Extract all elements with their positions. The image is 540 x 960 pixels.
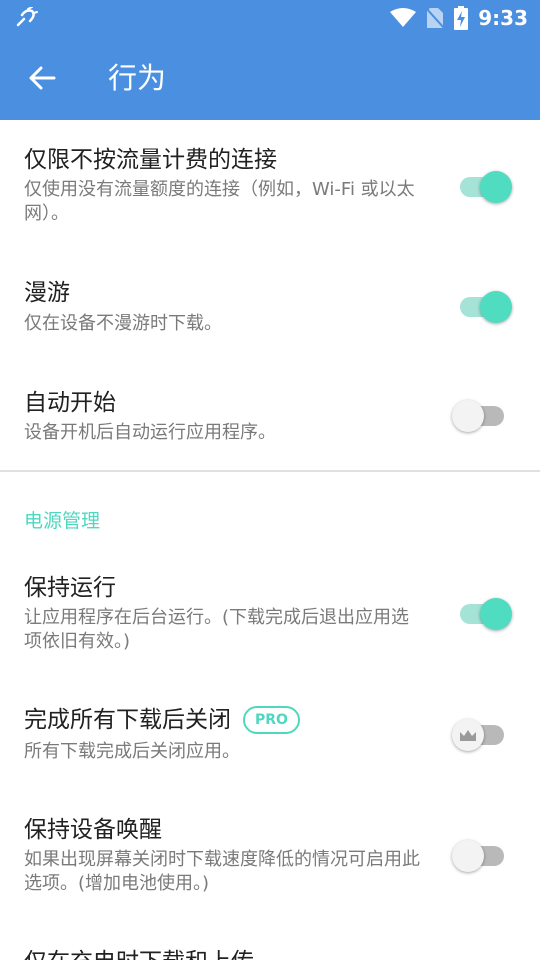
status-time: 9:33 xyxy=(478,6,528,30)
setting-title: 漫游 xyxy=(24,280,70,306)
wifi-icon xyxy=(390,8,417,27)
roaming-switch[interactable] xyxy=(452,287,514,327)
setting-unmetered-only[interactable]: 仅限不按流量计费的连接 仅使用没有流量额度的连接（例如，Wi-Fi 或以太网）。 xyxy=(0,120,540,245)
setting-charging-only[interactable]: 仅在充电时下载和上传 xyxy=(0,930,540,960)
setting-roaming[interactable]: 漫游 仅在设备不漫游时下载。 xyxy=(0,245,540,355)
setting-title: 自动开始 xyxy=(24,390,116,416)
unmetered-only-switch[interactable] xyxy=(452,167,514,207)
setting-title: 保持运行 xyxy=(24,575,116,601)
setting-title: 保持设备唤醒 xyxy=(24,817,162,843)
status-bar: 9:33 xyxy=(0,0,540,36)
setting-summary: 仅在设备不漫游时下载。 xyxy=(24,313,222,334)
arrow-back-icon[interactable] xyxy=(26,62,58,94)
settings-list[interactable]: 仅限不按流量计费的连接 仅使用没有流量额度的连接（例如，Wi-Fi 或以太网）。… xyxy=(0,120,540,960)
section-header-power: 电源管理 xyxy=(24,510,101,532)
setting-summary: 仅使用没有流量额度的连接（例如，Wi-Fi 或以太网）。 xyxy=(24,179,415,224)
setting-keep-running[interactable]: 保持运行 让应用程序在后台运行。(下载完成后退出应用选项依旧有效。) xyxy=(0,560,540,680)
no-sim-icon xyxy=(426,7,445,29)
setting-title: 仅在充电时下载和上传 xyxy=(24,946,254,960)
setting-auto-start[interactable]: 自动开始 设备开机后自动运行应用程序。 xyxy=(0,355,540,470)
setting-title: 仅限不按流量计费的连接 xyxy=(24,147,277,173)
link-icon xyxy=(16,7,38,27)
app-bar: 行为 xyxy=(0,36,540,120)
setting-title: 完成所有下载后关闭 PRO xyxy=(24,704,300,736)
setting-summary: 让应用程序在后台运行。(下载完成后退出应用选项依旧有效。) xyxy=(24,607,410,652)
auto-start-switch[interactable] xyxy=(452,396,514,436)
battery-charging-icon xyxy=(454,6,469,30)
setting-summary: 如果出现屏幕关闭时下载速度降低的情况可启用此选项。(增加电池使用。) xyxy=(24,849,420,894)
crown-icon xyxy=(460,730,476,741)
keep-running-switch[interactable] xyxy=(452,594,514,634)
setting-summary: 设备开机后自动运行应用程序。 xyxy=(24,422,276,443)
page-title: 行为 xyxy=(108,61,167,95)
setting-title-text: 完成所有下载后关闭 xyxy=(24,707,231,733)
setting-close-after-downloads[interactable]: 完成所有下载后关闭 PRO 所有下载完成后关闭应用。 xyxy=(0,680,540,800)
close-after-downloads-switch[interactable] xyxy=(452,715,514,755)
pro-badge: PRO xyxy=(243,706,300,734)
setting-keep-awake[interactable]: 保持设备唤醒 如果出现屏幕关闭时下载速度降低的情况可启用此选项。(增加电池使用。… xyxy=(0,800,540,930)
setting-summary: 所有下载完成后关闭应用。 xyxy=(24,741,240,762)
divider xyxy=(0,470,540,472)
keep-awake-switch[interactable] xyxy=(452,836,514,876)
